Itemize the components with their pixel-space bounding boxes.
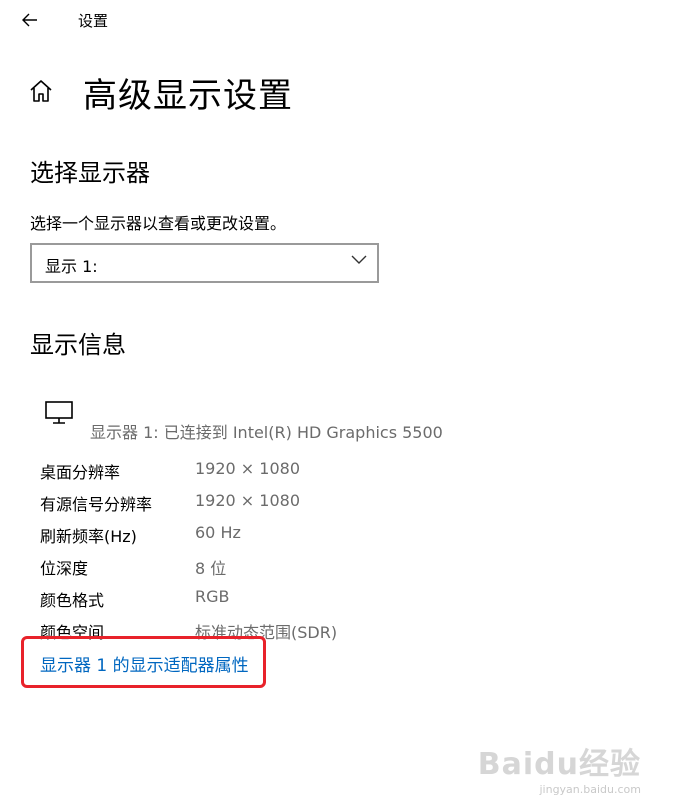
display-select-dropdown[interactable]: 显示 1: <box>30 243 379 283</box>
arrow-left-icon <box>22 13 37 27</box>
back-button[interactable] <box>14 6 46 34</box>
watermark-logo: Baidu经验 <box>477 747 641 782</box>
info-value-active-signal-resolution: 1920 × 1080 <box>195 491 301 510</box>
page-title: 高级显示设置 <box>83 76 293 116</box>
info-label-desktop-resolution: 桌面分辨率 <box>40 463 121 482</box>
info-value-bit-depth: 8 位 <box>195 559 227 578</box>
watermark-url: jingyan.baidu.com <box>539 783 641 796</box>
display-adapter-properties-link[interactable]: 显示器 1 的显示适配器属性 <box>40 651 249 676</box>
watermark: Baidu经验 jingyan.baidu.com <box>478 739 641 796</box>
info-label-color-format: 颜色格式 <box>40 591 105 610</box>
home-icon <box>30 80 52 102</box>
select-display-description: 选择一个显示器以查看或更改设置。 <box>30 214 287 233</box>
info-value-color-format: RGB <box>195 587 230 606</box>
section-heading-select-display: 选择显示器 <box>30 159 150 187</box>
info-value-desktop-resolution: 1920 × 1080 <box>195 459 301 478</box>
monitor-description: 显示器 1: 已连接到 Intel(R) HD Graphics 5500 <box>90 423 443 442</box>
info-label-bit-depth: 位深度 <box>40 559 89 578</box>
app-title: 设置 <box>78 12 109 30</box>
home-button[interactable] <box>28 78 58 108</box>
display-select-value: 显示 1: <box>45 257 98 276</box>
info-value-refresh-rate: 60 Hz <box>195 523 241 542</box>
section-heading-display-info: 显示信息 <box>30 331 126 359</box>
info-label-refresh-rate: 刷新频率(Hz) <box>40 527 137 546</box>
info-label-active-signal-resolution: 有源信号分辨率 <box>40 495 153 514</box>
chevron-down-icon <box>351 255 367 264</box>
monitor-icon <box>44 400 74 430</box>
